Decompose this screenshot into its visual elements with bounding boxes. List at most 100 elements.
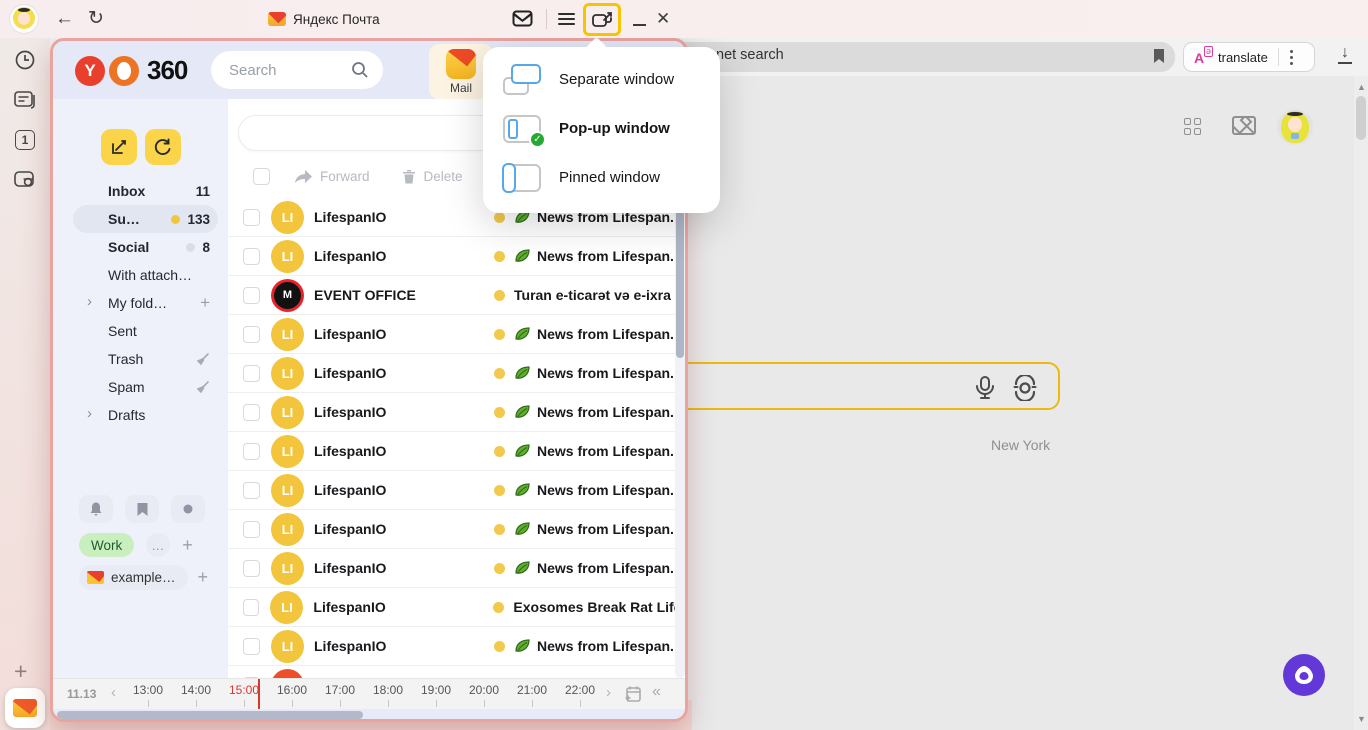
separate-window-icon [503, 64, 543, 96]
timeline-prev-icon[interactable]: ‹ [111, 684, 116, 701]
timeline-next-icon[interactable]: › [606, 684, 611, 701]
collapse-timeline-icon[interactable]: « [652, 683, 661, 701]
horizontal-scrollbar-thumb[interactable] [57, 711, 363, 719]
message-checkbox[interactable] [243, 443, 260, 460]
yandex-search-box[interactable] [655, 362, 1060, 410]
user-avatar[interactable] [1277, 109, 1313, 145]
yandex-360-logo[interactable]: Y 360 [75, 55, 187, 86]
chevron-right-icon[interactable]: › [87, 293, 92, 310]
message-checkbox[interactable] [243, 209, 260, 226]
message-checkbox[interactable] [243, 404, 260, 421]
message-row[interactable]: LI M LifespanIO News from Lifespan. [228, 432, 675, 471]
message-checkbox[interactable] [243, 599, 259, 616]
bookmarks-icon[interactable] [125, 495, 159, 523]
microphone-icon[interactable] [974, 375, 996, 406]
dot-icon[interactable] [171, 495, 205, 523]
reminders-bell-icon[interactable] [79, 495, 113, 523]
message-checkbox[interactable] [243, 560, 260, 577]
folder-item[interactable]: › With attach… + [73, 261, 218, 289]
translate-icon: Aә [1194, 49, 1212, 65]
select-all-checkbox[interactable] [253, 168, 270, 185]
bookmark-icon[interactable] [1152, 48, 1166, 69]
message-row[interactable]: LI M LifespanIO News from Lifespan. [228, 237, 675, 276]
clear-broom-icon[interactable] [195, 352, 210, 367]
minimize-button[interactable] [633, 24, 646, 26]
kebab-menu-icon[interactable] [1290, 50, 1293, 65]
folder-item[interactable]: › Drafts + [73, 401, 218, 429]
refresh-button[interactable] [145, 129, 181, 165]
add-tag-icon[interactable]: + [182, 535, 193, 556]
message-row[interactable]: LI M LifespanIO News from Lifespan. [228, 393, 675, 432]
folder-item[interactable]: › Social 8 + [73, 233, 218, 261]
services-grid-icon[interactable] [1184, 118, 1201, 135]
translate-pill[interactable]: Aә translate [1183, 42, 1315, 72]
message-checkbox[interactable] [243, 326, 260, 343]
image-search-camera-icon[interactable] [1012, 375, 1038, 406]
folder-item[interactable]: › Su… 133 + [73, 205, 218, 233]
message-row[interactable]: M EVENT OFFICE Turan e-ticarət və e-ixra [228, 276, 675, 315]
compose-button[interactable] [101, 129, 137, 165]
message-row[interactable]: LI M LifespanIO News from Lifespan. [228, 549, 675, 588]
add-folder-icon[interactable]: + [200, 293, 210, 313]
message-checkbox[interactable] [243, 638, 260, 655]
add-account-icon[interactable]: + [198, 567, 209, 588]
account-pill[interactable]: example… [79, 565, 188, 590]
folder-item[interactable]: › Sent + [73, 317, 218, 345]
add-panel-icon[interactable]: + [14, 658, 27, 685]
add-event-calendar-icon[interactable] [624, 685, 642, 708]
alice-assistant-icon[interactable] [1283, 654, 1325, 696]
message-row[interactable]: LI M LifespanIO Exosomes Break Rat Life [228, 588, 675, 627]
close-button[interactable]: ✕ [656, 8, 670, 30]
menu-item-popup-window[interactable]: ✓ Pop-up window [483, 104, 720, 153]
download-icon[interactable]: ↓ [1335, 45, 1355, 67]
message-row[interactable]: LI M LifespanIO News from Lifespan. [228, 510, 675, 549]
screenshot-camera-icon[interactable] [13, 168, 37, 192]
message-row[interactable]: LI M LifespanIO News from Lifespan. [228, 315, 675, 354]
menu-item-separate-window[interactable]: Separate window [483, 55, 720, 104]
chevron-right-icon[interactable]: › [87, 405, 92, 422]
folder-label: Social [108, 239, 186, 255]
unread-mail-icon[interactable] [512, 10, 533, 32]
back-icon[interactable]: ← [55, 0, 74, 38]
message-subject: News from Lifespan. [537, 638, 674, 654]
scrollbar-thumb[interactable] [1356, 96, 1366, 140]
folder-label: Drafts [108, 407, 210, 423]
profile-avatar[interactable] [10, 5, 38, 33]
sender-name: LifespanIO [314, 209, 494, 225]
timeline-hour: 14:00 [172, 683, 220, 707]
folder-item[interactable]: › Trash + [73, 345, 218, 373]
reload-icon[interactable]: ↻ [88, 0, 104, 38]
message-row[interactable]: LI M LifespanIO News from Lifespan. [228, 627, 675, 666]
history-clock-icon[interactable] [13, 48, 37, 72]
list-scrollbar-thumb[interactable] [676, 208, 684, 358]
calendar-date-icon[interactable]: 1 [13, 128, 37, 152]
tags-more-button[interactable]: … [146, 533, 170, 557]
menu-hamburger-icon[interactable] [558, 12, 575, 31]
window-mode-button[interactable] [583, 3, 621, 36]
message-checkbox[interactable] [243, 521, 260, 538]
tag-work[interactable]: Work [79, 533, 134, 557]
message-checkbox[interactable] [243, 365, 260, 382]
mail-envelope-icon[interactable] [1232, 116, 1256, 135]
timeline-hour: 13:00 [124, 683, 172, 707]
message-checkbox[interactable] [243, 482, 260, 499]
menu-item-pinned-window[interactable]: Pinned window [483, 153, 720, 202]
message-checkbox[interactable] [243, 248, 260, 265]
scroll-up-arrow[interactable]: ▲ [1357, 82, 1366, 92]
folder-item[interactable]: › Inbox 11 + [73, 177, 218, 205]
mail-app-icon[interactable] [5, 688, 45, 728]
sender-name: LifespanIO [314, 443, 494, 459]
message-row[interactable]: LI M LifespanIO News from Lifespan. [228, 471, 675, 510]
page-scrollbar[interactable]: ▲ ▼ [1354, 76, 1368, 730]
folder-item[interactable]: › My fold… + [73, 289, 218, 317]
mail-search-input[interactable]: Search [211, 51, 383, 89]
clear-broom-icon[interactable] [195, 380, 210, 395]
message-row[interactable]: LI M LifespanIO News from Lifespan. [228, 354, 675, 393]
message-checkbox[interactable] [243, 287, 260, 304]
folder-item[interactable]: › Spam + [73, 373, 218, 401]
scroll-down-arrow[interactable]: ▼ [1357, 714, 1366, 724]
feed-icon[interactable] [13, 88, 37, 112]
forward-button[interactable]: Forward [295, 169, 370, 184]
sender-name: LifespanIO [314, 638, 494, 654]
delete-button[interactable]: Delete [402, 169, 463, 184]
